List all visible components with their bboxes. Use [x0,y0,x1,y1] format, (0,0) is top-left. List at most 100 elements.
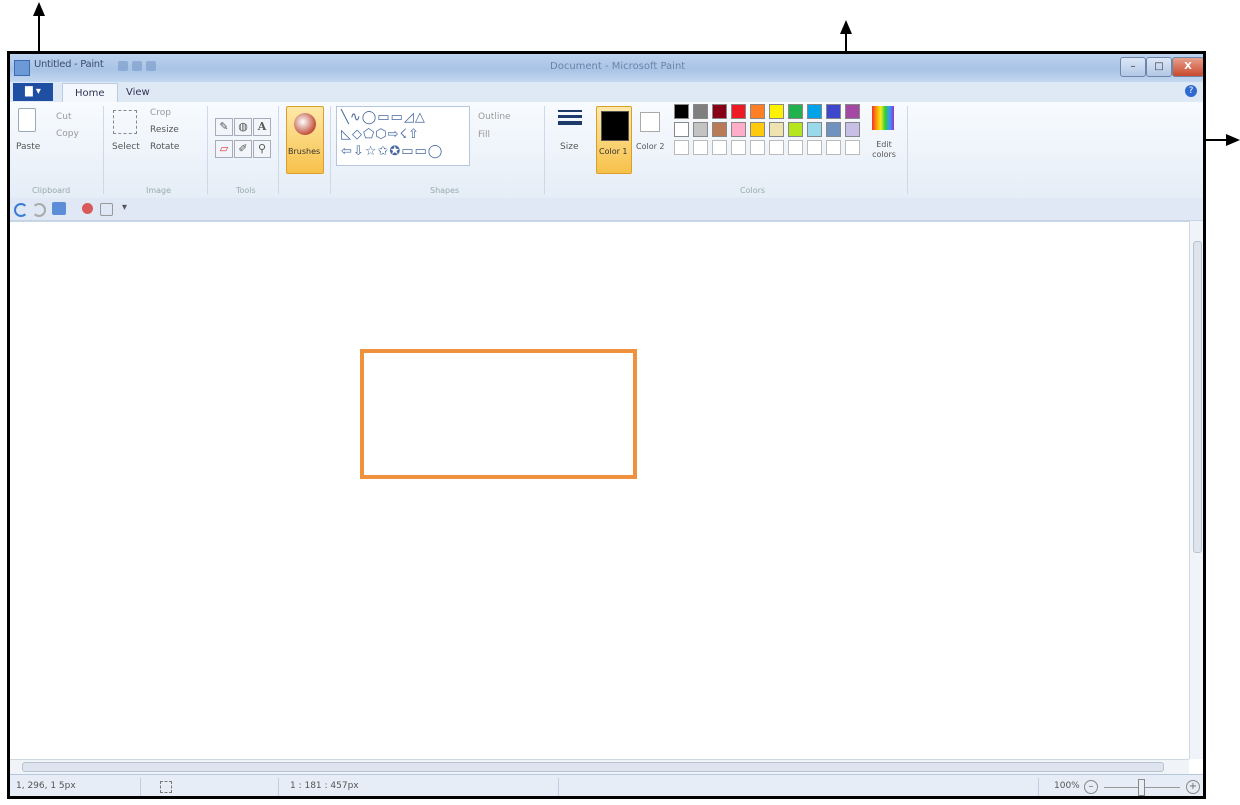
close-button[interactable]: X [1172,57,1203,77]
help-icon[interactable]: ? [1185,85,1197,97]
zoom-slider-thumb[interactable] [1138,779,1145,796]
color1-button[interactable]: Color 1 [596,106,632,174]
drawing-canvas[interactable] [10,221,1189,760]
color1-swatch [601,111,629,141]
eraser-icon[interactable]: ▱ [215,140,233,158]
shapes-row-1[interactable]: ╲∿◯▭▭◿△ [341,109,426,126]
title-bar: Untitled - Paint Document - Microsoft Pa… [10,54,1203,82]
shapes-row-2[interactable]: ◺◇⬠⬡⇨☇⇧ [341,126,420,143]
save-icon[interactable] [118,61,128,71]
color-swatch[interactable] [712,104,727,119]
brushes-button[interactable]: Brushes [286,106,324,174]
fill-icon[interactable]: ◍ [234,118,252,136]
outline-button[interactable]: Outline [478,112,511,122]
tab-home[interactable]: Home [62,83,118,103]
minimize-button[interactable]: – [1120,57,1146,77]
zoom-out-icon[interactable]: – [1084,780,1098,794]
customize-qa-icon[interactable]: ▾ [122,202,127,213]
colors-group-label: Colors [740,186,766,195]
color-swatch[interactable] [712,122,727,137]
zoom-in-icon[interactable]: + [1186,780,1200,794]
resize-button[interactable]: Resize [150,125,179,135]
redo-icon[interactable] [32,203,46,217]
separator [558,778,559,796]
ribbon-tabs: ▇ ▾ Home View ? [10,82,1203,103]
color-swatch[interactable] [826,140,841,155]
separator [278,778,279,796]
quick-access-toolbar: ▾ [10,198,1203,221]
fill-button[interactable]: Fill [478,130,490,140]
paste-icon[interactable] [18,108,36,132]
color-swatch[interactable] [788,140,803,155]
text-tool-icon[interactable]: A [253,118,271,136]
undo-icon[interactable] [14,203,28,217]
print-icon[interactable] [82,203,93,214]
edit-colors-button[interactable]: Edit colors [868,140,900,160]
color-swatch[interactable] [674,122,689,137]
crop-button[interactable]: Crop [150,108,171,118]
copy-button[interactable]: Copy [56,129,79,139]
color-swatch[interactable] [826,122,841,137]
color-swatch[interactable] [788,104,803,119]
edit-colors-icon[interactable] [872,106,894,130]
size-icon[interactable] [558,110,582,125]
color-swatch[interactable] [750,104,765,119]
color-swatch[interactable] [845,122,860,137]
save-icon[interactable] [52,202,66,215]
vertical-scrollbar[interactable] [1189,221,1203,759]
color-swatch[interactable] [769,140,784,155]
color-swatch[interactable] [731,122,746,137]
color-swatch[interactable] [731,104,746,119]
redo-icon[interactable] [146,61,156,71]
cut-button[interactable]: Cut [56,112,72,122]
paste-button[interactable]: Paste [16,142,40,152]
tab-view[interactable]: View [114,83,162,102]
color-picker-icon[interactable]: ✐ [234,140,252,158]
ribbon: Paste Cut Copy Clipboard Select Crop Res… [10,102,1203,199]
select-icon[interactable] [113,110,137,134]
color-swatch[interactable] [845,104,860,119]
file-menu-button[interactable]: ▇ ▾ [13,83,53,101]
pencil-icon[interactable]: ✎ [215,118,233,136]
size-button[interactable]: Size [560,142,578,152]
horizontal-scroll-thumb[interactable] [22,762,1164,772]
separator [207,106,208,194]
open-icon[interactable] [100,203,113,216]
color-swatch[interactable] [750,122,765,137]
color2-swatch[interactable] [640,112,660,132]
maximize-button[interactable]: □ [1146,57,1172,77]
vertical-scroll-thumb[interactable] [1193,241,1202,553]
image-group-label: Image [146,186,172,195]
undo-icon[interactable] [132,61,142,71]
color-swatch[interactable] [693,104,708,119]
selection-size-icon [160,781,172,793]
color-swatch[interactable] [845,140,860,155]
color-swatch[interactable] [674,140,689,155]
separator [544,106,545,194]
brush-icon [294,113,316,135]
rotate-button[interactable]: Rotate [150,142,179,152]
color-swatch[interactable] [712,140,727,155]
shapes-row-3[interactable]: ⇦⇩☆✩✪▭▭◯ [341,143,443,160]
color-swatch[interactable] [769,122,784,137]
horizontal-scrollbar[interactable] [10,759,1189,774]
separator [330,106,331,194]
color-swatch[interactable] [826,104,841,119]
shapes-gallery[interactable]: ╲∿◯▭▭◿△ ◺◇⬠⬡⇨☇⇧ ⇦⇩☆✩✪▭▭◯ [336,106,470,166]
color-swatch[interactable] [674,104,689,119]
color-swatch[interactable] [788,122,803,137]
select-button[interactable]: Select [112,142,140,152]
separator [907,106,908,194]
magnifier-icon[interactable]: ⚲ [253,140,271,158]
color-swatch[interactable] [693,122,708,137]
tools-group-label: Tools [236,186,256,195]
color-swatch[interactable] [769,104,784,119]
color-swatch[interactable] [731,140,746,155]
brushes-label: Brushes [288,147,321,156]
color-swatch[interactable] [750,140,765,155]
color2-button[interactable]: Color 2 [636,142,665,151]
color-swatch[interactable] [807,140,822,155]
color-swatch[interactable] [693,140,708,155]
color-swatch[interactable] [807,104,822,119]
color-swatch[interactable] [807,122,822,137]
